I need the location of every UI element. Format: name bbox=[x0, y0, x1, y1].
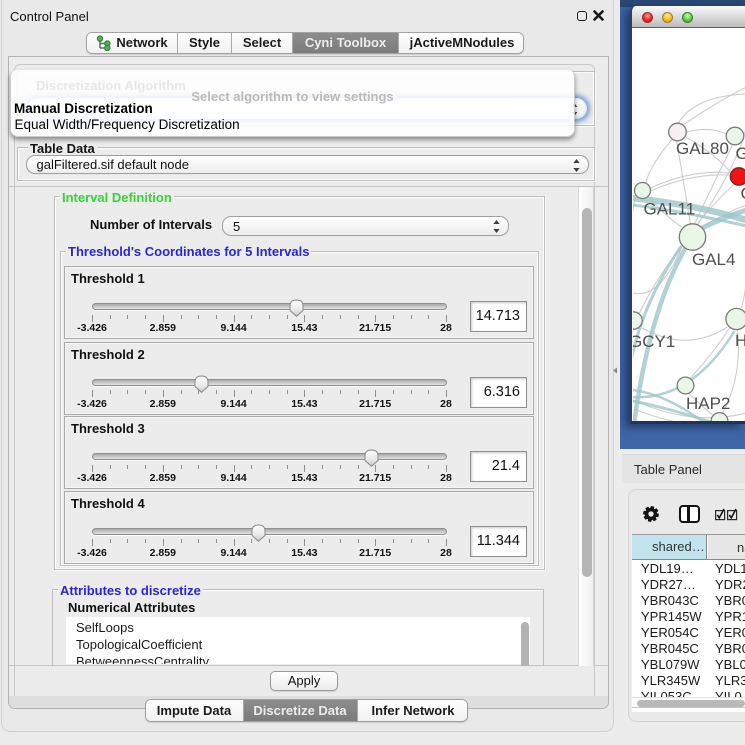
svg-text:GAL80: GAL80 bbox=[676, 139, 729, 158]
svg-text:GCY1: GCY1 bbox=[633, 332, 675, 351]
svg-text:C: C bbox=[740, 184, 745, 203]
svg-text:GA: GA bbox=[735, 144, 745, 163]
svg-text:HAP2: HAP2 bbox=[686, 394, 730, 413]
svg-text:HI: HI bbox=[735, 331, 745, 350]
svg-text:GAL4: GAL4 bbox=[692, 250, 735, 269]
svg-text:GAL11: GAL11 bbox=[643, 199, 695, 218]
